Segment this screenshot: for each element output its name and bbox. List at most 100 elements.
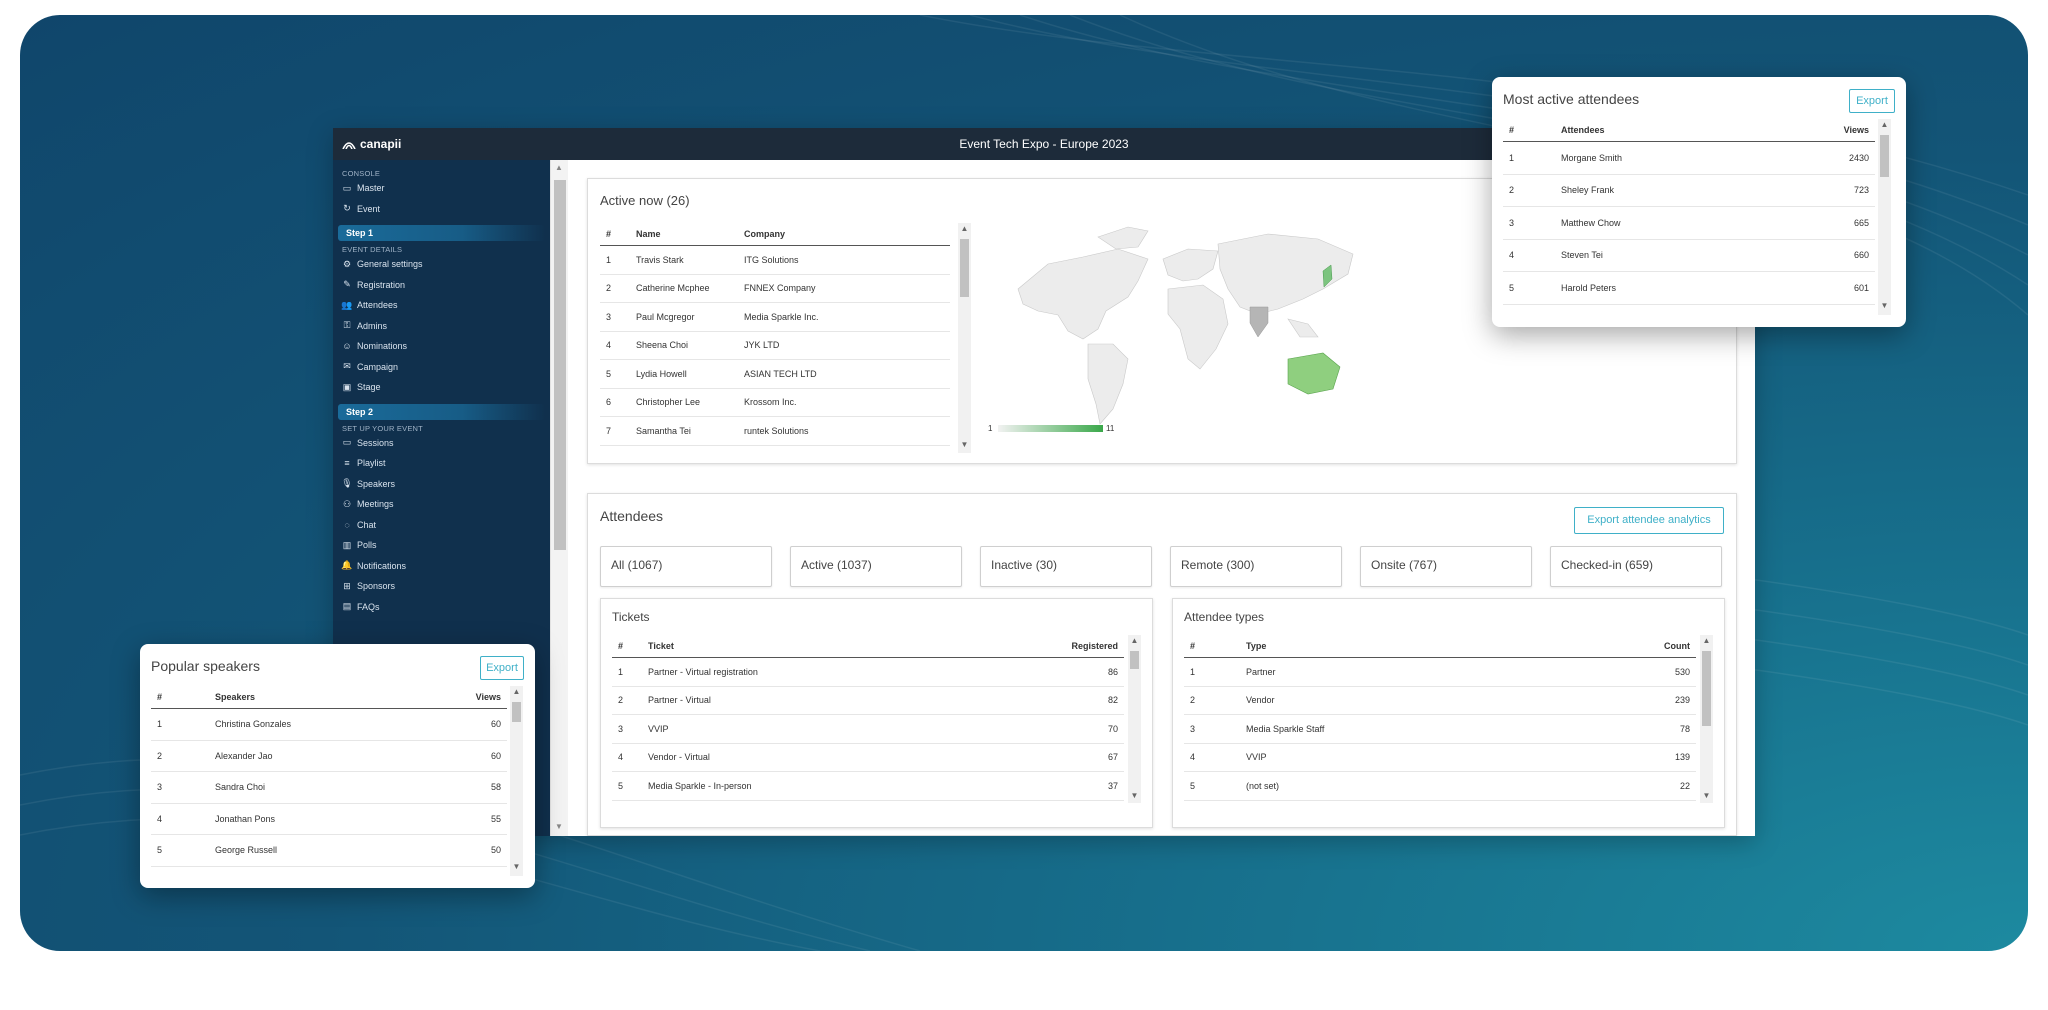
table-row[interactable]: 4 Sheena Choi JYK LTD <box>600 331 950 360</box>
export-attendee-analytics-button[interactable]: Export attendee analytics <box>1574 507 1724 534</box>
sidebar-item-registration[interactable]: ✎ Registration <box>333 275 550 296</box>
table-cell: Media Sparkle Staff <box>1240 714 1562 744</box>
table-row[interactable]: 2 Alexander Jao 60 <box>151 740 507 772</box>
popular-speakers-export-button[interactable]: Export <box>480 656 524 680</box>
edit-icon: ✎ <box>343 279 351 290</box>
scroll-down-icon[interactable]: ▼ <box>1700 791 1713 800</box>
scroll-down-icon[interactable]: ▼ <box>958 440 971 449</box>
table-row[interactable]: 3 Paul Mcgregor Media Sparkle Inc. <box>600 302 950 332</box>
table-row[interactable]: 6 Christopher Lee Krossom Inc. <box>600 388 950 417</box>
world-map[interactable] <box>988 219 1368 434</box>
sidebar-item-label: Chat <box>357 519 377 530</box>
sidebar-item-sessions[interactable]: ▭ Sessions <box>333 433 550 454</box>
table-row[interactable]: 1 Christina Gonzales 60 <box>151 708 507 741</box>
sidebar-item-label: Admins <box>357 320 388 331</box>
table-row[interactable]: 5 George Russell 50 <box>151 834 507 867</box>
filter-active[interactable]: Active (1037) <box>790 546 962 587</box>
sidebar-item-notifications[interactable]: 🔔 Notifications <box>333 556 550 577</box>
tickets-scrollbar[interactable]: ▲ ▼ <box>1128 635 1141 803</box>
active-now-scrollbar[interactable]: ▲ ▼ <box>958 223 971 453</box>
sidebar-item-stage[interactable]: ▣ Stage <box>333 377 550 398</box>
scroll-down-icon[interactable]: ▼ <box>555 822 563 831</box>
scrollbar-thumb[interactable] <box>1702 651 1711 726</box>
sidebar-item-sponsors[interactable]: ⊞ Sponsors <box>333 576 550 597</box>
sidebar-item-faqs[interactable]: ▤ FAQs <box>333 597 550 618</box>
filter-onsite[interactable]: Onsite (767) <box>1360 546 1532 587</box>
sidebar-item-chat[interactable]: ◌ Chat <box>333 515 550 536</box>
table-row[interactable]: 3 Media Sparkle Staff 78 <box>1184 714 1696 744</box>
scrollbar-thumb[interactable] <box>554 180 566 550</box>
scroll-up-icon[interactable]: ▲ <box>510 687 523 696</box>
step-2-header[interactable]: Step 2 <box>338 403 545 420</box>
sidebar-item-campaign[interactable]: ✉ Campaign <box>333 357 550 378</box>
scroll-down-icon[interactable]: ▼ <box>510 862 523 871</box>
filter-all[interactable]: All (1067) <box>600 546 772 587</box>
attendees-card: Attendees Export attendee analytics All … <box>587 493 1737 836</box>
table-row[interactable]: 5 Lydia Howell ASIAN TECH LTD <box>600 359 950 389</box>
scroll-down-icon[interactable]: ▼ <box>1128 791 1141 800</box>
sidebar-scrollbar[interactable]: ▲ ▼ <box>550 160 568 836</box>
table-cell: Paul Mcgregor <box>630 302 738 332</box>
table-row[interactable]: 1 Morgane Smith 2430 <box>1503 141 1875 175</box>
filter-checked-in[interactable]: Checked-in (659) <box>1550 546 1722 587</box>
scrollbar-thumb[interactable] <box>1130 651 1139 669</box>
table-row[interactable]: 1 Travis Stark ITG Solutions <box>600 245 950 275</box>
sidebar-item-admins[interactable]: ⚿ Admins <box>333 316 550 337</box>
table-row[interactable]: 1 Partner - Virtual registration 86 <box>612 657 1124 687</box>
sidebar-item-general-settings[interactable]: ⚙ General settings <box>333 254 550 275</box>
table-cell: runtek Solutions <box>738 416 950 446</box>
table-row[interactable]: 7 Samantha Tei runtek Solutions <box>600 416 950 446</box>
most-active-export-button[interactable]: Export <box>1849 89 1895 113</box>
chat-icon: ◌ <box>344 519 350 530</box>
table-row[interactable]: 2 Sheley Frank 723 <box>1503 174 1875 207</box>
table-row[interactable]: 2 Catherine Mcphee FNNEX Company <box>600 274 950 303</box>
table-row[interactable]: 4 Steven Tei 660 <box>1503 239 1875 272</box>
sidebar-item-speakers[interactable]: 🎙 Speakers <box>333 474 550 495</box>
table-row[interactable]: 5 (not set) 22 <box>1184 771 1696 801</box>
table-row[interactable]: 3 Matthew Chow 665 <box>1503 206 1875 240</box>
scroll-up-icon[interactable]: ▲ <box>1700 636 1713 645</box>
sidebar-item-attendees[interactable]: 👥 Attendees <box>333 295 550 316</box>
scrollbar-thumb[interactable] <box>960 239 969 297</box>
table-row[interactable]: 4 Vendor - Virtual 67 <box>612 743 1124 772</box>
table-cell: 5 <box>1503 271 1555 305</box>
sidebar-item-label: Master <box>357 183 385 194</box>
table-row[interactable]: 3 Sandra Choi 58 <box>151 771 507 804</box>
col-count: Count <box>1561 635 1696 658</box>
col-number: # <box>612 635 642 658</box>
map-region-india[interactable] <box>1249 306 1269 338</box>
table-row[interactable]: 2 Vendor 239 <box>1184 686 1696 715</box>
scroll-up-icon[interactable]: ▲ <box>958 224 971 233</box>
scroll-up-icon[interactable]: ▲ <box>555 163 563 172</box>
table-row[interactable]: 2 Partner - Virtual 82 <box>612 686 1124 715</box>
sidebar-item-event[interactable]: ↻ Event <box>333 199 550 220</box>
most-active-scrollbar[interactable]: ▲ ▼ <box>1878 119 1891 315</box>
filter-inactive[interactable]: Inactive (30) <box>980 546 1152 587</box>
table-row[interactable]: 4 VVIP 139 <box>1184 743 1696 772</box>
filter-remote[interactable]: Remote (300) <box>1170 546 1342 587</box>
step-1-header[interactable]: Step 1 <box>338 225 545 241</box>
table-cell: Sandra Choi <box>209 771 419 804</box>
map-region-australia[interactable] <box>1287 352 1341 395</box>
table-cell: George Russell <box>209 834 419 867</box>
scrollbar-thumb[interactable] <box>1880 135 1889 177</box>
sidebar-item-master[interactable]: ▭ Master <box>333 178 550 199</box>
gear-icon: ⚙ <box>342 258 352 269</box>
table-row[interactable]: 1 Partner 530 <box>1184 657 1696 687</box>
table-row[interactable]: 5 Media Sparkle - In-person 37 <box>612 771 1124 801</box>
scroll-up-icon[interactable]: ▲ <box>1878 120 1891 129</box>
scrollbar-thumb[interactable] <box>512 702 521 722</box>
col-number: # <box>1503 119 1555 142</box>
table-cell: Media Sparkle - In-person <box>642 771 968 801</box>
scroll-down-icon[interactable]: ▼ <box>1878 301 1891 310</box>
table-row[interactable]: 4 Jonathan Pons 55 <box>151 803 507 835</box>
scroll-up-icon[interactable]: ▲ <box>1128 636 1141 645</box>
attendee-types-scrollbar[interactable]: ▲ ▼ <box>1700 635 1713 803</box>
sidebar-item-playlist[interactable]: ≡ Playlist <box>333 453 550 474</box>
sidebar-item-polls[interactable]: ▥ Polls <box>333 535 550 556</box>
sidebar-item-nominations[interactable]: ☺ Nominations <box>333 336 550 357</box>
table-row[interactable]: 3 VVIP 70 <box>612 714 1124 744</box>
popular-speakers-scrollbar[interactable]: ▲ ▼ <box>510 686 523 876</box>
sidebar-item-meetings[interactable]: ⚇ Meetings <box>333 494 550 515</box>
table-row[interactable]: 5 Harold Peters 601 <box>1503 271 1875 305</box>
